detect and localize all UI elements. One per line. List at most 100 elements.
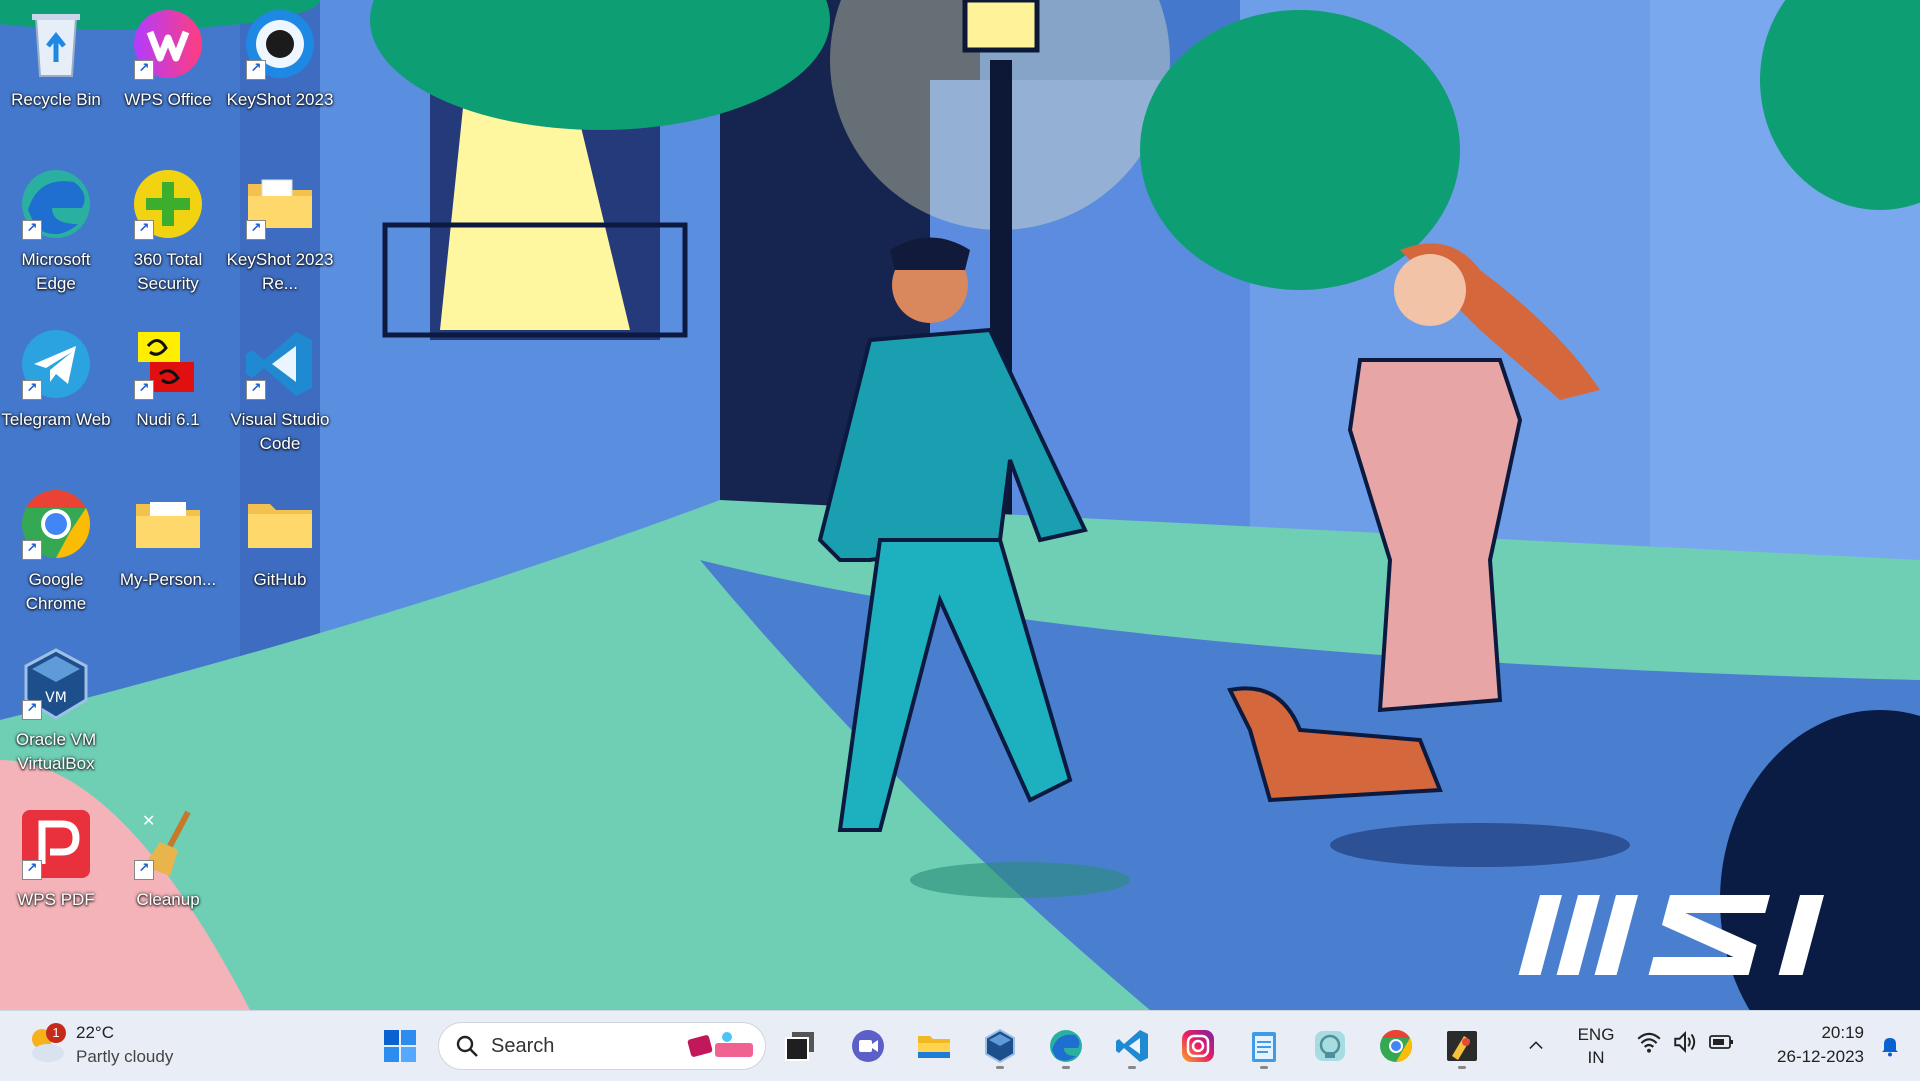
desktop-icon-keyshot[interactable]: ↗ KeyShot 2023 <box>224 6 336 112</box>
desktop-icon-label: WPS PDF <box>17 890 95 909</box>
notifications-button[interactable] <box>1870 1022 1910 1070</box>
edge-taskbar-button[interactable] <box>1042 1022 1090 1070</box>
shortcut-arrow-icon: ↗ <box>22 860 42 880</box>
start-button[interactable] <box>376 1022 424 1070</box>
edge-icon <box>1050 1030 1082 1062</box>
instagram-icon <box>1182 1030 1214 1062</box>
desktop-icon-wps-office[interactable]: ↗ WPS Office <box>112 6 224 112</box>
bell-icon <box>1882 1038 1898 1057</box>
shortcut-arrow-icon: ↗ <box>246 220 266 240</box>
shortcut-arrow-icon: ↗ <box>134 380 154 400</box>
battery-icon <box>1709 1035 1733 1049</box>
desktop: Recycle Bin ↗ WPS Office ↗ KeyShot 2023 <box>0 0 1920 1010</box>
meet-button[interactable] <box>844 1022 892 1070</box>
show-hidden-icons-button[interactable] <box>1516 1022 1556 1070</box>
desktop-icon-recycle-bin[interactable]: Recycle Bin <box>0 6 112 112</box>
volume-icon <box>1674 1030 1696 1054</box>
region-code: IN <box>1587 1048 1605 1067</box>
language-indicator[interactable]: ENG IN <box>1566 1023 1626 1069</box>
task-view-icon <box>785 1032 814 1061</box>
virtualbox-icon <box>985 1028 1015 1064</box>
quick-settings-button[interactable] <box>1636 1029 1736 1055</box>
desktop-icon-label: 360 Total Security <box>133 250 203 293</box>
weather-widget[interactable]: 1 22°C Partly cloudy <box>24 1021 173 1069</box>
desktop-icon-label: Telegram Web <box>1 410 111 429</box>
recycle-bin-icon <box>32 14 80 77</box>
task-view-button[interactable] <box>776 1022 824 1070</box>
desktop-icon-label: WPS Office <box>124 90 212 109</box>
taskbar-search[interactable] <box>438 1022 766 1070</box>
folder-icon <box>136 502 200 548</box>
weather-condition: Partly cloudy <box>76 1047 174 1066</box>
shortcut-arrow-icon: ↗ <box>22 220 42 240</box>
desktop-icon-label: KeyShot 2023 <box>226 90 334 109</box>
copilot-icon <box>1315 1031 1345 1061</box>
desktop-icon-microsoft-edge[interactable]: ↗ Microsoft Edge <box>0 166 112 296</box>
copilot-taskbar-button[interactable] <box>1306 1022 1354 1070</box>
notepad-taskbar-button[interactable] <box>1240 1022 1288 1070</box>
weather-icon: 1 <box>24 1023 68 1067</box>
shortcut-arrow-icon: ↗ <box>22 540 42 560</box>
desktop-icon-nudi[interactable]: ↗ Nudi 6.1 <box>112 326 224 432</box>
clock-time: 20:19 <box>1821 1023 1864 1042</box>
desktop-icon-visual-studio-code[interactable]: ↗ Visual Studio Code <box>224 326 336 456</box>
meet-icon <box>852 1030 884 1062</box>
wifi-icon <box>1637 1032 1661 1053</box>
notepad-icon <box>1252 1032 1276 1062</box>
desktop-icon-label: Microsoft Edge <box>21 250 91 293</box>
vscode-taskbar-button[interactable] <box>1108 1022 1156 1070</box>
desktop-icon-label: Nudi 6.1 <box>136 410 200 429</box>
search-input[interactable] <box>489 1033 683 1059</box>
chrome-icon <box>1380 1029 1413 1063</box>
desktop-icon-keyshot-folder[interactable]: ↗ KeyShot 2023 Re... <box>224 166 336 296</box>
desktop-icon-cleanup[interactable]: ✕ ↗ Cleanup <box>112 806 224 912</box>
shortcut-arrow-icon: ↗ <box>134 220 154 240</box>
weather-notification-badge: 1 <box>46 1023 66 1043</box>
chrome-taskbar-button[interactable] <box>1372 1022 1420 1070</box>
file-explorer-icon <box>918 1036 950 1058</box>
desktop-icon-label: Visual Studio Code <box>230 410 330 453</box>
shortcut-arrow-icon: ↗ <box>246 60 266 80</box>
running-indicator <box>1260 1066 1268 1069</box>
python-idle-icon <box>1447 1031 1477 1061</box>
desktop-icon-label: Recycle Bin <box>11 90 101 109</box>
python-idle-taskbar-button[interactable] <box>1438 1022 1486 1070</box>
clock-date: 26-12-2023 <box>1777 1047 1864 1066</box>
shortcut-arrow-icon: ↗ <box>134 60 154 80</box>
running-indicator <box>1128 1066 1136 1069</box>
desktop-icon-github-folder[interactable]: GitHub <box>224 486 336 592</box>
desktop-icon-label: My-Person... <box>119 570 217 589</box>
vscode-icon <box>1116 1030 1148 1062</box>
search-icon <box>455 1034 479 1058</box>
chevron-up-icon <box>1529 1041 1543 1049</box>
language-code: ENG <box>1577 1025 1615 1044</box>
desktop-icon-label: GitHub <box>253 570 307 589</box>
desktop-icon-google-chrome[interactable]: ↗ Google Chrome <box>0 486 112 616</box>
shortcut-arrow-icon: ↗ <box>246 380 266 400</box>
desktop-icon-label: Oracle VM VirtualBox <box>15 730 97 773</box>
shortcut-arrow-icon: ↗ <box>134 860 154 880</box>
desktop-icon-label: Google Chrome <box>25 570 87 613</box>
folder-icon <box>248 504 312 548</box>
desktop-icon-360-total-security[interactable]: ↗ 360 Total Security <box>112 166 224 296</box>
running-indicator <box>1458 1066 1466 1069</box>
instagram-taskbar-button[interactable] <box>1174 1022 1222 1070</box>
desktop-icon-wps-pdf[interactable]: ↗ WPS PDF <box>0 806 112 912</box>
taskbar: 1 22°C Partly cloudy Search ENG IN 20:19… <box>0 1010 1920 1081</box>
desktop-icon-telegram-web[interactable]: ↗ Telegram Web <box>0 326 112 432</box>
svg-text:VM: VM <box>45 690 67 706</box>
desktop-icon-my-personal-folder[interactable]: My-Person... <box>112 486 224 592</box>
svg-text:✕: ✕ <box>142 811 155 830</box>
windows-start-icon <box>384 1030 416 1062</box>
shortcut-arrow-icon: ↗ <box>22 380 42 400</box>
running-indicator <box>1062 1066 1070 1069</box>
shortcut-arrow-icon: ↗ <box>22 700 42 720</box>
desktop-icon-label: KeyShot 2023 Re... <box>226 250 334 293</box>
running-indicator <box>996 1066 1004 1069</box>
clock[interactable]: 20:19 26-12-2023 <box>1754 1021 1864 1069</box>
desktop-icon-label: Cleanup <box>136 890 200 909</box>
desktop-icon-oracle-vm-virtualbox[interactable]: VM ↗ Oracle VM VirtualBox <box>0 646 112 776</box>
virtualbox-taskbar-button[interactable] <box>976 1022 1024 1070</box>
search-highlight-icon <box>687 1029 757 1063</box>
file-explorer-button[interactable] <box>910 1022 958 1070</box>
